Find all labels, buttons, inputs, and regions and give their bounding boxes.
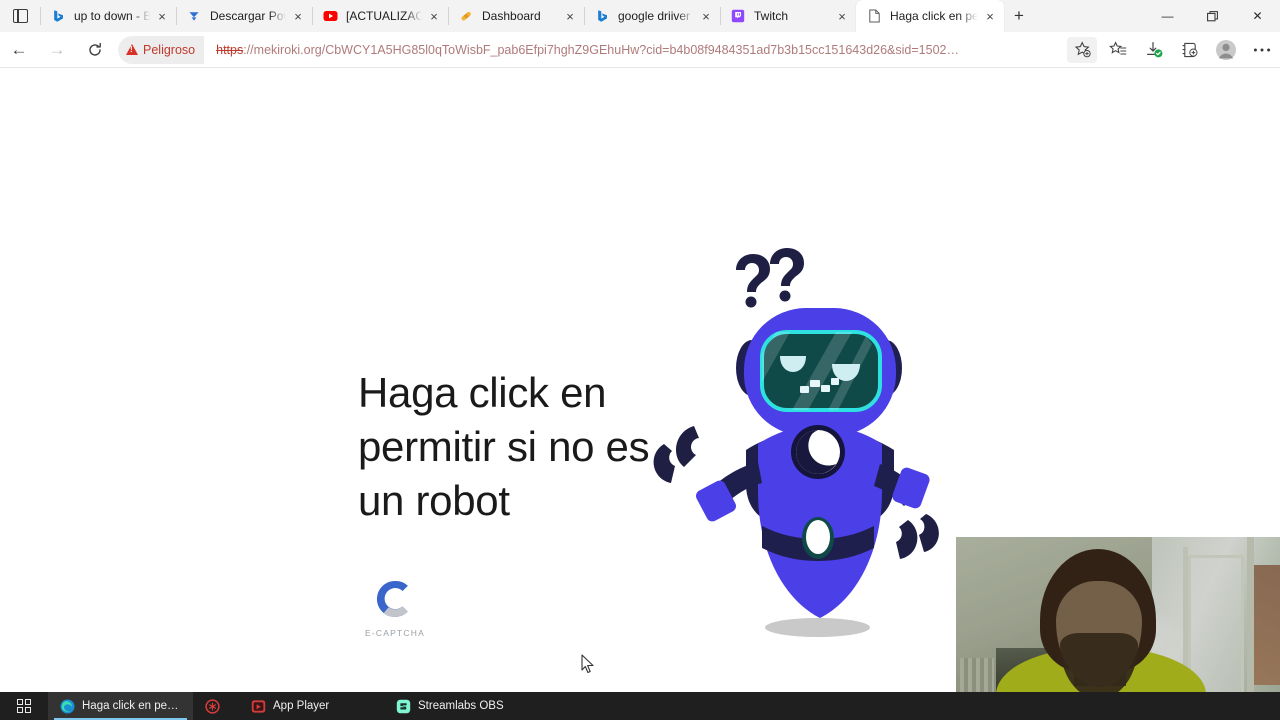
youtube-icon [322,8,338,24]
bandage-icon [458,8,474,24]
start-button[interactable] [0,692,48,720]
browser-tab-5[interactable]: Twitch × [720,0,856,32]
captcha-branding: E-CAPTCHA [362,576,428,638]
browser-tab-1[interactable]: Descargar Power × [176,0,312,32]
captcha-brand-label: E-CAPTCHA [365,628,425,638]
tab-title: google driiver - B [618,9,694,23]
tab-title: Haga click en per [890,9,978,23]
profile-avatar-icon[interactable] [1208,35,1244,65]
taskbar-item-1[interactable] [193,692,239,720]
tab-strip: up to down - Bing × Descargar Power × [A… [0,0,1280,32]
browser-chrome: up to down - Bing × Descargar Power × [A… [0,0,1280,68]
warning-triangle-icon [126,44,138,55]
page-icon [866,8,882,24]
navigation-toolbar: ← → Peligroso https://mekiroki.org/CbWCY… [0,32,1280,68]
tab-title: up to down - Bing [74,9,150,23]
streamlabs-icon [396,699,411,714]
browser-tab-2[interactable]: [ACTUALIZAC × [312,0,448,32]
close-window-button[interactable]: ✕ [1235,0,1280,32]
add-favorite-icon[interactable] [1064,35,1100,65]
e-captcha-logo [372,576,418,622]
browser-tab-4[interactable]: google driiver - B × [584,0,720,32]
favorites-icon[interactable] [1100,35,1136,65]
maximize-button[interactable] [1190,0,1235,32]
tab-separator [312,7,313,25]
app-player-icon [251,699,266,714]
red-circle-icon [205,698,220,714]
tab-separator [720,7,721,25]
collections-icon[interactable] [1172,35,1208,65]
window-controls: — ✕ [1145,0,1280,32]
downloads-icon[interactable] [1136,35,1172,65]
twitch-icon [730,8,746,24]
url-remainder: ://mekiroki.org/CbWCY1A5HG85l0qToWisbF_p… [243,42,959,57]
add-favorite-button[interactable] [1067,36,1097,63]
download-arrow-icon [186,8,202,24]
tab-close-button[interactable]: × [834,8,850,24]
security-status-label: Peligroso [143,42,196,57]
tab-separator [448,7,449,25]
taskbar-item-edge[interactable]: Haga click en permit... [48,692,193,720]
sidebar-panel-icon [12,9,28,23]
tab-close-button[interactable]: × [426,8,442,24]
start-grid-icon [16,698,32,714]
tab-close-button[interactable]: × [698,8,714,24]
taskbar-label: Haga click en permit... [82,700,181,712]
taskbar-item-app-player[interactable]: App Player [239,692,384,720]
tab-separator [584,7,585,25]
taskbar-label: App Player [273,700,330,712]
edge-icon [60,699,75,714]
tab-close-button[interactable]: × [154,8,170,24]
confused-robot-illustration [640,238,940,648]
back-icon[interactable]: ← [0,34,38,66]
url-scheme: https [216,42,244,57]
tab-close-button[interactable]: × [982,8,998,24]
mouse-cursor [581,654,595,674]
browser-window: up to down - Bing × Descargar Power × [A… [0,0,1280,720]
tab-title: Descargar Power [210,9,286,23]
tab-close-button[interactable]: × [290,8,306,24]
settings-more-icon[interactable] [1244,35,1280,65]
security-status-badge[interactable]: Peligroso [118,35,205,64]
url-text[interactable]: https://mekiroki.org/CbWCY1A5HG85l0qToWi… [204,43,1056,57]
tab-separator [40,7,41,25]
minimize-button[interactable]: — [1145,0,1190,32]
reload-icon[interactable] [76,34,114,66]
tab-close-button[interactable]: × [562,8,578,24]
tab-actions-button[interactable] [0,0,40,32]
bing-icon [50,8,66,24]
tab-title: Dashboard [482,9,541,23]
address-bar[interactable]: Peligroso https://mekiroki.org/CbWCY1A5H… [118,35,1056,64]
tab-title: [ACTUALIZAC [346,9,422,23]
browser-tab-6-active[interactable]: Haga click en per × [856,0,1004,32]
tab-separator [176,7,177,25]
forward-icon[interactable]: → [38,34,76,66]
windows-taskbar: Haga click en permit... App Player Strea… [0,692,1280,720]
bing-icon [594,8,610,24]
browser-tab-0[interactable]: up to down - Bing × [40,0,176,32]
taskbar-item-streamlabs[interactable]: Streamlabs OBS [384,692,529,720]
browser-tab-3[interactable]: Dashboard × [448,0,584,32]
taskbar-label: Streamlabs OBS [418,700,504,712]
new-tab-button[interactable]: + [1004,0,1034,32]
page-headline: Haga click en permitir si no es un robot [358,369,650,524]
tab-title: Twitch [754,9,789,23]
